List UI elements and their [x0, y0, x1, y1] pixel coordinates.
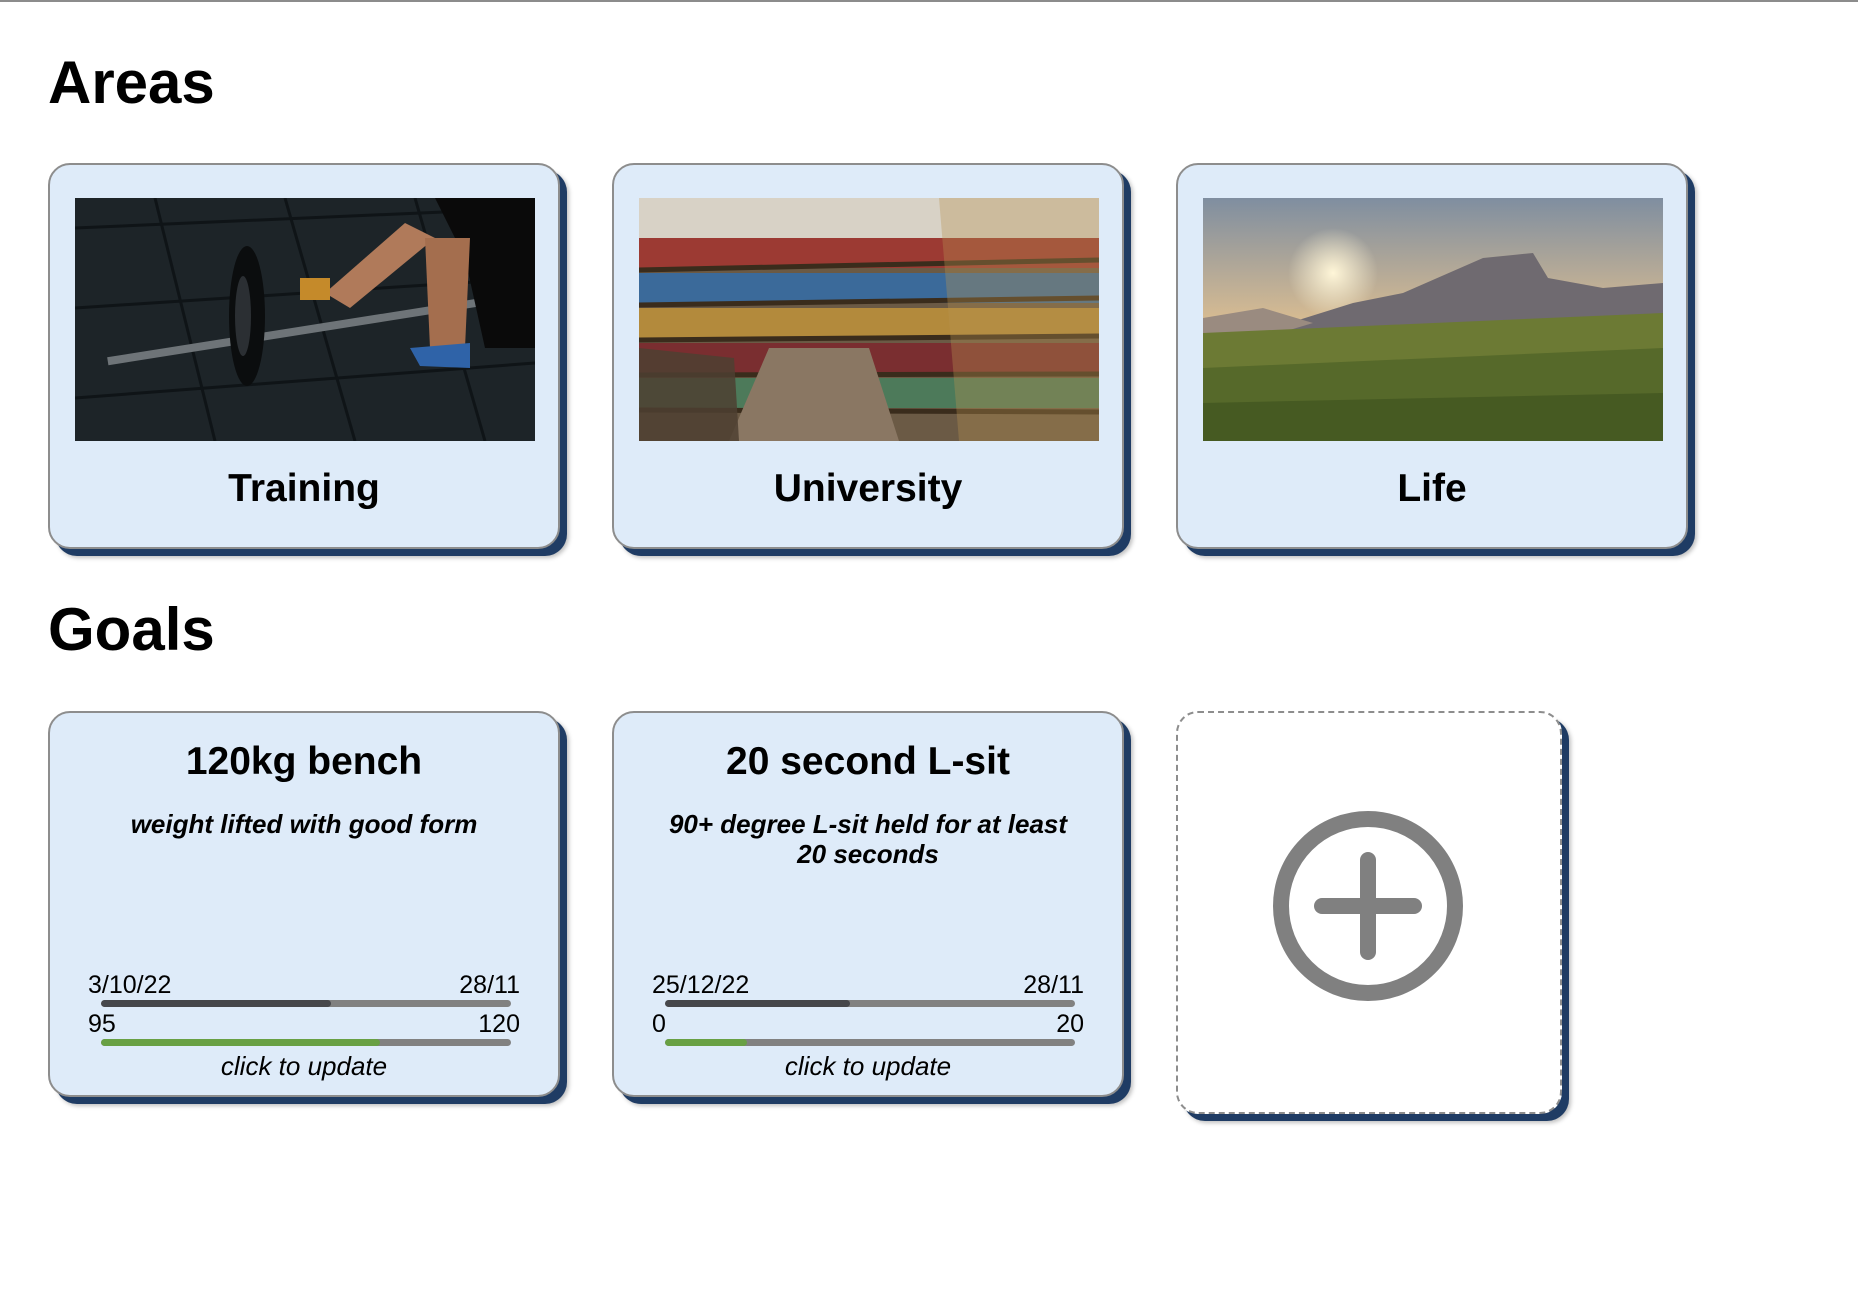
update-link[interactable]: click to update [614, 1051, 1122, 1082]
area-card-life[interactable]: Life [1176, 163, 1688, 549]
goals-heading: Goals [48, 596, 215, 663]
goal-value-range: 0 20 [652, 1012, 1084, 1037]
goal-description: 90+ degree L-sit held for at least 20 se… [668, 809, 1068, 869]
goal-date-range: 25/12/22 28/11 [652, 973, 1084, 998]
value-progress-bar [665, 1039, 1075, 1046]
goal-title: 120kg bench [185, 740, 423, 783]
goal-target-value: 20 [1056, 1010, 1084, 1038]
goal-start-value: 95 [88, 1010, 116, 1038]
update-link[interactable]: click to update [50, 1051, 558, 1082]
area-label: Training [228, 467, 380, 510]
top-divider [0, 0, 1858, 2]
area-label: Life [1397, 467, 1467, 510]
goal-card[interactable]: 20 second L-sit 90+ degree L-sit held fo… [612, 711, 1124, 1097]
area-card-training[interactable]: Training [48, 163, 560, 549]
time-progress-bar [665, 1000, 1075, 1007]
time-progress-bar [101, 1000, 511, 1007]
goal-card[interactable]: 120kg bench weight lifted with good form… [48, 711, 560, 1097]
goal-value-range: 95 120 [88, 1012, 520, 1037]
goal-start-value: 0 [652, 1010, 666, 1038]
goal-end-date: 28/11 [1023, 971, 1084, 999]
area-label: University [773, 467, 963, 510]
value-progress-fill [665, 1039, 747, 1046]
goal-start-date: 25/12/22 [652, 971, 750, 999]
training-image [75, 198, 535, 441]
goal-date-range: 3/10/22 28/11 [88, 973, 520, 998]
goal-title: 20 second L-sit [726, 740, 1010, 783]
life-image [1203, 198, 1663, 441]
goal-target-value: 120 [478, 1010, 520, 1038]
plus-circle-icon [1273, 811, 1463, 1001]
value-progress-fill [101, 1039, 380, 1046]
areas-heading: Areas [48, 49, 215, 116]
goal-start-date: 3/10/22 [88, 971, 172, 999]
goal-end-date: 28/11 [459, 971, 520, 999]
time-progress-fill [101, 1000, 331, 1007]
area-card-university[interactable]: University [612, 163, 1124, 549]
add-goal-button[interactable] [1176, 711, 1562, 1114]
goal-description: weight lifted with good form [130, 809, 478, 839]
value-progress-bar [101, 1039, 511, 1046]
university-image [639, 198, 1099, 441]
time-progress-fill [665, 1000, 850, 1007]
